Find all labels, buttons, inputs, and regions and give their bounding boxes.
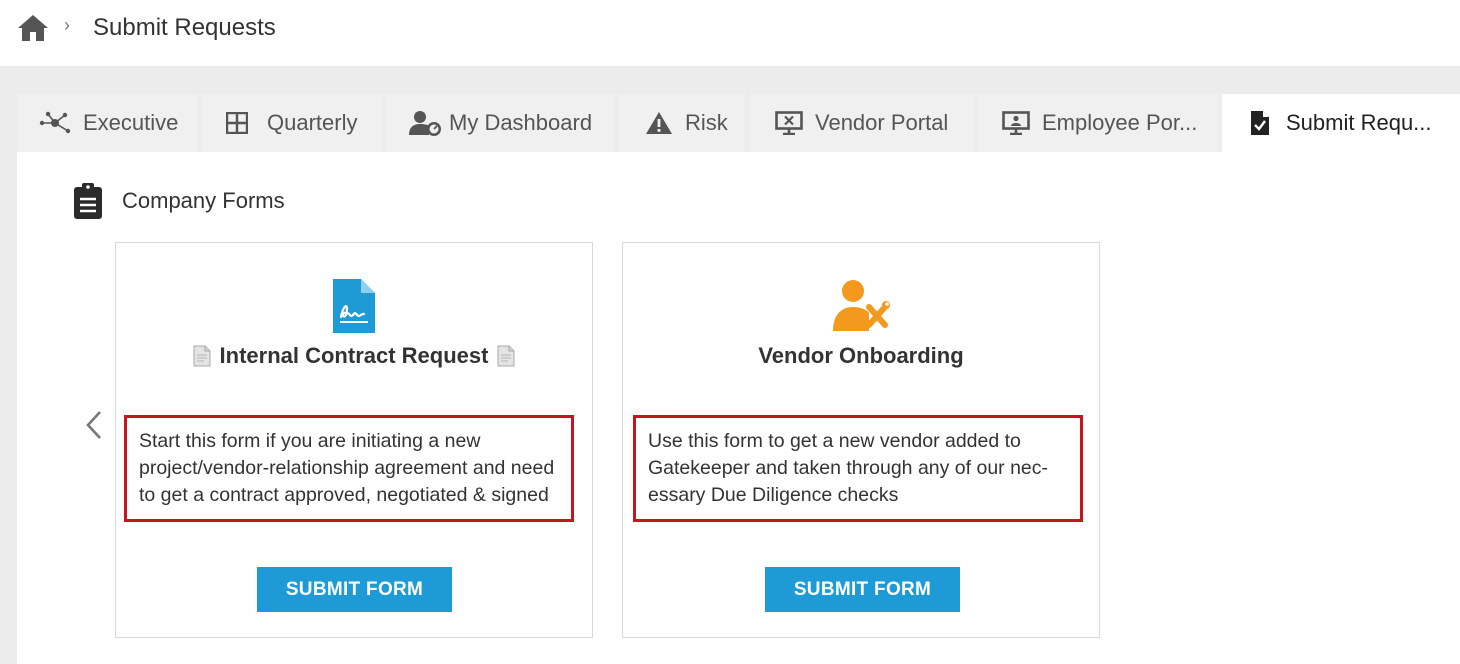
card-title-text: Internal Contract Request: [219, 343, 489, 368]
card-description: Use this form to get a new vendor added …: [633, 415, 1083, 522]
card-title: Vendor Onboarding: [623, 343, 1099, 369]
top-bar: › Submit Requests: [0, 0, 1460, 66]
warning-triangle-icon: [646, 112, 672, 134]
card-title: Internal Contract Request: [116, 343, 592, 369]
document-icon: [497, 345, 515, 367]
home-icon[interactable]: [17, 13, 49, 43]
document-icon: [193, 345, 211, 367]
dashboard-tabs: Executive Quarterly My Dashboard Risk Ve…: [17, 94, 1460, 152]
tab-label: Executive: [83, 110, 179, 135]
card-description: Start this form if you are initiating a …: [124, 415, 574, 522]
user-tools-icon: [833, 280, 890, 331]
tab-label: Quarterly: [267, 110, 358, 135]
monitor-x-icon: [775, 111, 803, 135]
tab-executive[interactable]: Executive: [17, 94, 197, 152]
section-header: Company Forms: [72, 182, 285, 220]
file-check-icon: [1251, 111, 1269, 135]
user-gauge-icon: [409, 111, 441, 136]
network-nodes-icon: [39, 111, 71, 134]
tab-submit-requests[interactable]: Submit Requ...: [1222, 94, 1460, 152]
tab-quarterly[interactable]: Quarterly: [201, 94, 382, 152]
contract-signature-icon: [333, 279, 375, 333]
forms-panel: Company Forms Internal Contract Request: [17, 152, 1460, 664]
tab-my-dashboard[interactable]: My Dashboard: [386, 94, 615, 152]
tab-label: Submit Requ...: [1286, 110, 1432, 135]
tab-risk[interactable]: Risk: [619, 94, 745, 152]
submit-form-button[interactable]: SUBMIT FORM: [765, 567, 960, 612]
grid-icon: [226, 112, 248, 134]
tab-label: Vendor Portal: [815, 110, 949, 135]
chevron-left-icon[interactable]: [85, 410, 103, 440]
tab-label: Risk: [685, 110, 728, 135]
tab-label: My Dashboard: [449, 110, 593, 135]
monitor-user-icon: [1002, 111, 1030, 135]
card-title-text: Vendor Onboarding: [758, 343, 964, 368]
tab-employee-portal[interactable]: Employee Por...: [978, 94, 1218, 152]
form-card-vendor-onboarding: Vendor Onboarding Use this form to get a…: [622, 242, 1100, 638]
tab-label: Employee Por...: [1042, 110, 1198, 135]
submit-form-button[interactable]: SUBMIT FORM: [257, 567, 452, 612]
clipboard-icon: [74, 183, 102, 219]
tab-vendor-portal[interactable]: Vendor Portal: [750, 94, 974, 152]
section-title: Company Forms: [122, 188, 285, 213]
breadcrumb-separator: ›: [64, 15, 70, 35]
form-card-internal-contract: Internal Contract Request Start this for…: [115, 242, 593, 638]
page-title: Submit Requests: [93, 14, 276, 41]
